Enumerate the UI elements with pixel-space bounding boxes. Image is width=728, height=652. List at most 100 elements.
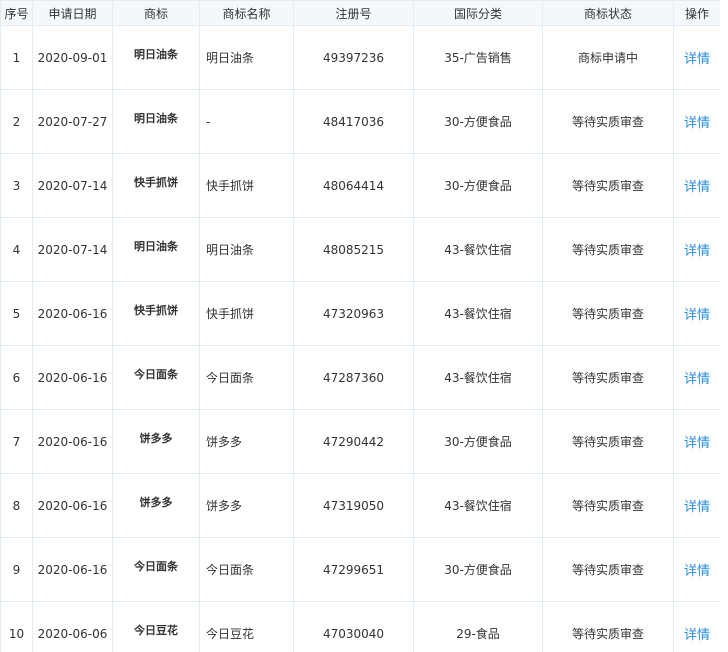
row-trademark-name-cell: 今日面条 [199,345,294,410]
row-date-cell: 2020-06-16 [32,281,113,346]
row-trademark-status: 等待实质审查 [571,307,644,321]
row-trademark-status: 等待实质审查 [571,243,644,257]
row-index: 5 [12,306,21,321]
row-trademark-name-cell: 饼多多 [199,473,294,538]
header-status: 商标状态 [542,0,674,26]
row-international-class: 30-方便食品 [444,563,512,577]
row-trademark-status-cell: 等待实质审查 [542,281,674,346]
trademark-image-cell: 饼多多 [112,409,200,474]
row-registration-number-cell: 48064414 [293,153,414,218]
trademark-image-cell: 饼多多 [112,473,200,538]
trademark-logo-text: 饼多多 [139,496,173,509]
row-registration-number-cell: 48417036 [293,89,414,154]
row-registration-number: 47299651 [322,562,385,577]
table-row: 7 2020-06-16 饼多多 饼多多 47290442 30-方便食品 等待实质审查 详情 [0,409,720,474]
header-name: 商标名称 [199,0,294,26]
row-index: 1 [12,50,21,65]
table-row: 2 2020-07-27 明日油条 - 48417036 30-方便食品 等待实质审查 详情 [0,89,720,154]
row-date-cell: 2020-07-14 [32,153,113,218]
row-trademark-name: 快手抓饼 [206,307,255,321]
detail-link[interactable]: 详情 [684,500,710,515]
row-index-cell: 5 [0,281,33,346]
row-trademark-name-cell: 饼多多 [199,409,294,474]
row-trademark-name: - [206,114,211,129]
trademark-image-cell: 明日油条 [112,217,200,282]
row-registration-number: 48085215 [322,242,385,257]
row-date: 2020-06-16 [37,306,108,321]
row-action-cell: 详情 [673,153,720,218]
row-registration-number-cell: 47319050 [293,473,414,538]
row-trademark-name-cell: 快手抓饼 [199,281,294,346]
detail-link[interactable]: 详情 [684,180,710,195]
row-trademark-name: 今日面条 [206,371,255,385]
header-mark: 商标 [112,0,200,26]
header-reg-no: 注册号 [293,0,414,26]
detail-link[interactable]: 详情 [684,308,710,323]
row-date: 2020-07-14 [37,242,108,257]
row-registration-number: 47320963 [322,306,385,321]
table-row: 3 2020-07-14 快手抓饼 快手抓饼 48064414 30-方便食品 等待实质审查… [0,153,720,218]
row-trademark-name-cell: 快手抓饼 [199,153,294,218]
row-registration-number: 47319050 [322,498,385,513]
row-action-cell: 详情 [673,217,720,282]
row-registration-number-cell: 47299651 [293,537,414,602]
row-international-class-cell: 30-方便食品 [413,409,543,474]
row-action-cell: 详情 [673,25,720,90]
detail-link[interactable]: 详情 [684,372,710,387]
row-trademark-status: 等待实质审查 [571,563,644,577]
row-index-cell: 2 [0,89,33,154]
row-trademark-status-cell: 商标申请中 [542,25,674,90]
row-registration-number: 47030040 [322,626,385,641]
row-international-class-cell: 43-餐饮住宿 [413,473,543,538]
row-index: 9 [12,562,21,577]
row-index-cell: 7 [0,409,33,474]
row-registration-number: 47290442 [322,434,385,449]
table-row: 8 2020-06-16 饼多多 饼多多 47319050 43-餐饮住宿 等待实质审查 详情 [0,473,720,538]
detail-link[interactable]: 详情 [684,436,710,451]
row-international-class: 35-广告销售 [444,51,512,65]
detail-link[interactable]: 详情 [684,52,710,67]
detail-link[interactable]: 详情 [684,628,710,643]
row-date-cell: 2020-07-14 [32,217,113,282]
row-trademark-status-cell: 等待实质审查 [542,601,674,652]
row-index-cell: 1 [0,25,33,90]
row-trademark-status-cell: 等待实质审查 [542,537,674,602]
row-international-class-cell: 30-方便食品 [413,153,543,218]
row-date: 2020-07-14 [37,178,108,193]
row-international-class-cell: 43-餐饮住宿 [413,281,543,346]
row-date-cell: 2020-06-16 [32,409,113,474]
row-date: 2020-06-16 [37,370,108,385]
row-date: 2020-06-16 [37,434,108,449]
row-index: 3 [12,178,21,193]
detail-link[interactable]: 详情 [684,564,710,579]
row-international-class-cell: 43-餐饮住宿 [413,217,543,282]
row-date-cell: 2020-06-16 [32,537,113,602]
row-action-cell: 详情 [673,601,720,652]
row-registration-number-cell: 48085215 [293,217,414,282]
row-trademark-name: 饼多多 [206,435,243,449]
table-row: 4 2020-07-14 明日油条 明日油条 48085215 43-餐饮住宿 等待实质审查… [0,217,720,282]
row-action-cell: 详情 [673,281,720,346]
row-international-class: 30-方便食品 [444,115,512,129]
row-index: 6 [12,370,21,385]
row-trademark-status: 等待实质审查 [571,115,644,129]
row-trademark-name-cell: 明日油条 [199,25,294,90]
header-index: 序号 [0,0,33,26]
row-trademark-status: 等待实质审查 [571,435,644,449]
row-trademark-status: 等待实质审查 [571,627,644,641]
row-registration-number-cell: 47290442 [293,409,414,474]
detail-link[interactable]: 详情 [684,244,710,259]
row-registration-number-cell: 47320963 [293,281,414,346]
trademark-image-cell: 明日油条 [112,89,200,154]
trademark-table: 序号 申请日期 商标 商标名称 注册号 国际分类 商标状态 操作 1 2020-0… [0,0,720,652]
trademark-logo-text: 今日豆花 [134,624,178,637]
row-trademark-status: 等待实质审查 [571,371,644,385]
row-trademark-name: 今日面条 [206,563,255,577]
detail-link[interactable]: 详情 [684,116,710,131]
trademark-logo-text: 今日面条 [134,560,178,573]
row-international-class-cell: 43-餐饮住宿 [413,345,543,410]
header-row: 序号 申请日期 商标 商标名称 注册号 国际分类 商标状态 操作 [0,0,720,26]
row-action-cell: 详情 [673,409,720,474]
row-action-cell: 详情 [673,537,720,602]
row-registration-number: 48417036 [322,114,385,129]
